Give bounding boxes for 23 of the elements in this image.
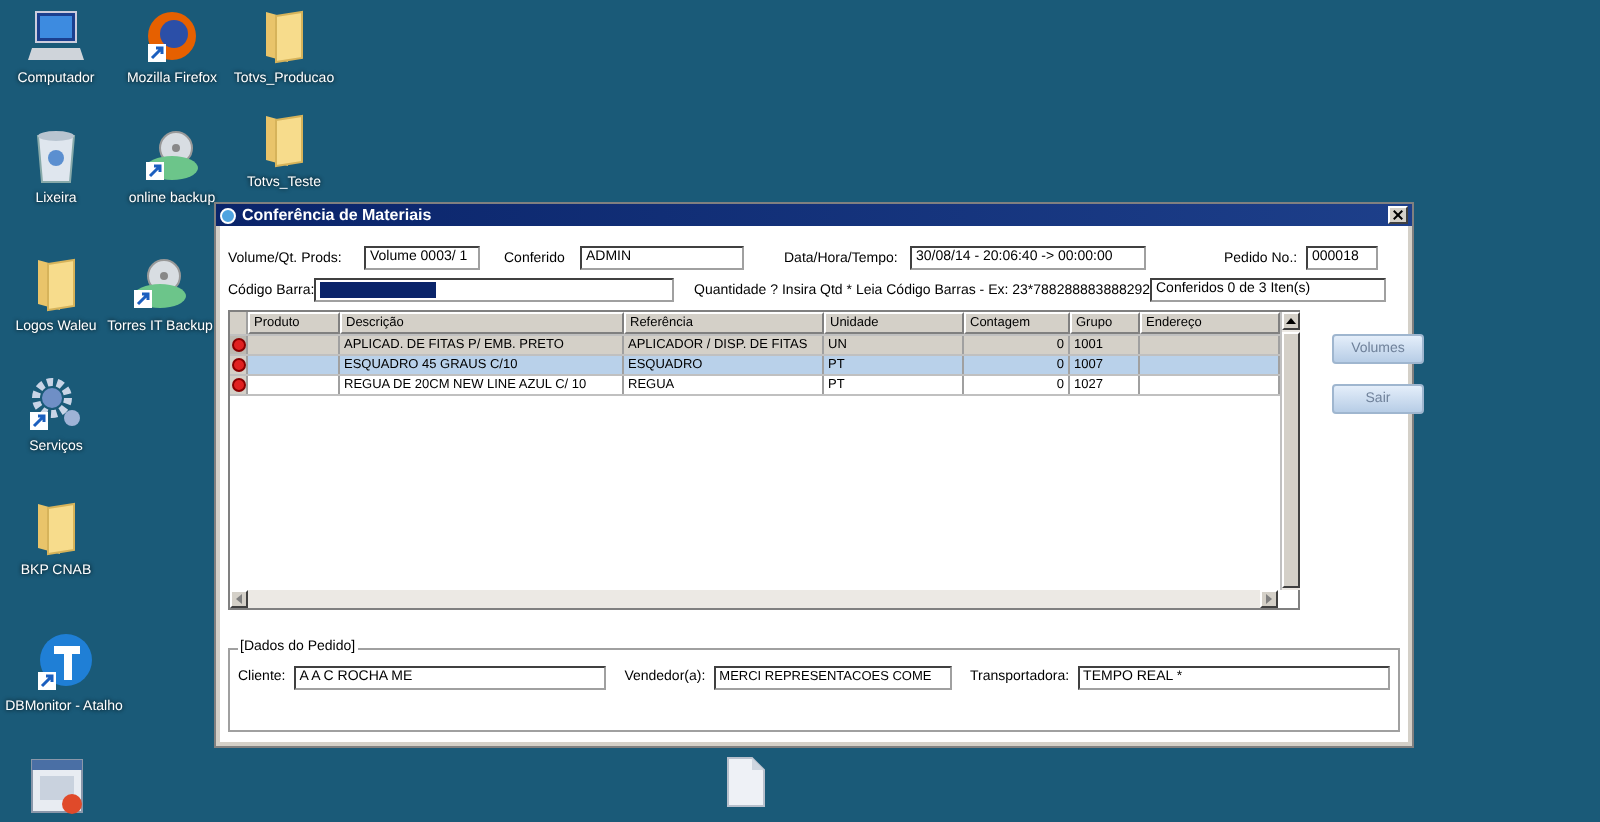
folder-icon xyxy=(260,112,308,168)
scrollbar-thumb[interactable] xyxy=(1282,332,1300,588)
cloud-icon xyxy=(142,128,202,184)
window-title: Conferência de Materiais xyxy=(242,206,434,224)
scroll-up-button[interactable] xyxy=(1282,312,1300,330)
globe-icon xyxy=(144,8,200,64)
trash-icon xyxy=(32,128,80,184)
globe-icon xyxy=(34,632,94,692)
calendar-icon xyxy=(26,756,86,816)
folder-icon xyxy=(32,256,80,312)
arrow-icon xyxy=(1266,594,1272,604)
scroll-right-button[interactable] xyxy=(1260,590,1278,608)
barcode-field[interactable] xyxy=(314,278,674,302)
folder-icon xyxy=(260,8,308,64)
document-icon xyxy=(726,756,766,808)
close-button[interactable] xyxy=(1388,206,1408,224)
cloud-icon xyxy=(130,256,190,312)
gear-icon xyxy=(26,376,86,432)
arrow-icon xyxy=(1286,318,1296,324)
arrow-icon xyxy=(236,594,242,604)
folder-icon xyxy=(32,500,80,556)
computer-icon xyxy=(26,8,86,64)
scroll-left-button[interactable] xyxy=(230,590,248,608)
